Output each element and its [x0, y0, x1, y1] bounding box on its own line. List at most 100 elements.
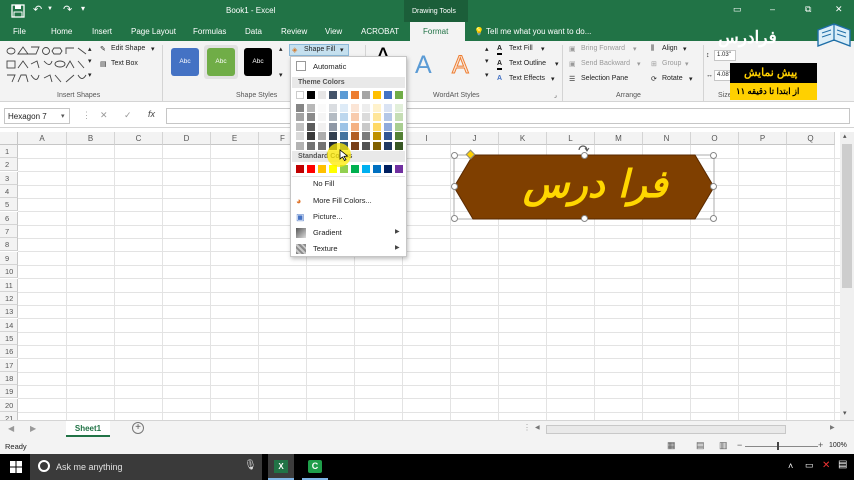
- wordart-style-orange[interactable]: A: [452, 51, 470, 80]
- insert-function-icon[interactable]: fx: [148, 109, 155, 119]
- tab-insert[interactable]: Insert: [92, 27, 112, 36]
- row-header-18[interactable]: 18: [0, 371, 18, 385]
- scroll-left-icon[interactable]: ◀: [535, 424, 540, 431]
- text-fill-button[interactable]: Text Fill: [509, 45, 533, 52]
- row-header-9[interactable]: 9: [0, 251, 18, 265]
- theme-color-swatch[interactable]: [362, 91, 370, 99]
- theme-color-swatch[interactable]: [395, 122, 403, 131]
- zoom-slider-thumb[interactable]: [777, 442, 779, 450]
- chevron-down-icon[interactable]: ▾: [683, 45, 687, 53]
- column-header-a[interactable]: A: [18, 132, 67, 145]
- theme-color-swatch[interactable]: [318, 103, 326, 112]
- theme-color-swatch[interactable]: [373, 141, 381, 150]
- chevron-down-icon[interactable]: ▾: [551, 75, 555, 83]
- theme-color-swatch[interactable]: [307, 141, 315, 150]
- minimize-button[interactable]: –: [770, 4, 775, 14]
- resize-handle[interactable]: [451, 152, 458, 159]
- tab-file[interactable]: File: [13, 27, 26, 36]
- theme-color-swatch[interactable]: [318, 122, 326, 131]
- theme-color-swatch[interactable]: [351, 141, 359, 150]
- theme-color-swatch[interactable]: [340, 103, 348, 112]
- column-header-k[interactable]: K: [499, 132, 547, 145]
- theme-color-swatch[interactable]: [395, 113, 403, 121]
- row-header-3[interactable]: 3: [0, 171, 18, 185]
- tab-formulas[interactable]: Formulas: [193, 27, 226, 36]
- gallery-scroll-icon[interactable]: ▴: [88, 45, 92, 53]
- row-header-20[interactable]: 20: [0, 398, 18, 412]
- theme-color-swatch[interactable]: [296, 141, 304, 150]
- standard-color-swatch[interactable]: [362, 165, 370, 173]
- text-outline-button[interactable]: Text Outline: [509, 60, 546, 67]
- gallery-more-icon[interactable]: ▾: [485, 71, 489, 79]
- theme-color-swatch[interactable]: [373, 132, 381, 140]
- theme-color-swatch[interactable]: [395, 103, 403, 112]
- tab-view[interactable]: View: [325, 27, 342, 36]
- shape-style-green[interactable]: Abc: [207, 48, 235, 76]
- resize-handle[interactable]: [710, 215, 717, 222]
- gallery-scroll-icon[interactable]: ▴: [279, 45, 283, 53]
- align-button[interactable]: Align: [662, 45, 678, 52]
- theme-color-swatch[interactable]: [340, 132, 348, 140]
- automatic-option[interactable]: Automatic: [313, 62, 346, 71]
- theme-color-swatch[interactable]: [373, 122, 381, 131]
- chevron-down-icon[interactable]: ▾: [61, 112, 65, 120]
- standard-color-swatch[interactable]: [296, 165, 304, 173]
- row-header-8[interactable]: 8: [0, 238, 18, 252]
- picture-option[interactable]: Picture...: [313, 212, 343, 221]
- theme-color-swatch[interactable]: [329, 103, 337, 112]
- theme-color-swatch[interactable]: [362, 132, 370, 140]
- theme-color-swatch[interactable]: [351, 132, 359, 140]
- page-break-view-icon[interactable]: ▥: [719, 440, 728, 451]
- send-backward-button[interactable]: Send Backward: [581, 60, 630, 67]
- theme-color-swatch[interactable]: [307, 91, 315, 99]
- theme-color-swatch[interactable]: [340, 122, 348, 131]
- restore-button[interactable]: ⧉: [805, 4, 811, 15]
- row-header-13[interactable]: 13: [0, 305, 18, 319]
- theme-color-swatch[interactable]: [384, 122, 392, 131]
- column-header-c[interactable]: C: [115, 132, 163, 145]
- row-header-4[interactable]: 4: [0, 185, 18, 199]
- row-header-7[interactable]: 7: [0, 225, 18, 239]
- save-icon[interactable]: [11, 4, 25, 18]
- ribbon-display-icon[interactable]: ▭: [733, 4, 742, 15]
- theme-color-swatch[interactable]: [362, 103, 370, 112]
- select-all-corner[interactable]: [0, 132, 18, 145]
- undo-icon[interactable]: ↶: [33, 3, 47, 17]
- shape-text[interactable]: فرا درس: [523, 162, 668, 206]
- gallery-more-icon[interactable]: ▾: [279, 71, 283, 79]
- chevron-down-icon[interactable]: ▾: [637, 60, 641, 68]
- zoom-out-icon[interactable]: −: [737, 440, 742, 450]
- gallery-scroll-icon[interactable]: ▾: [485, 57, 489, 65]
- chevron-down-icon[interactable]: ▾: [689, 75, 693, 83]
- scroll-up-icon[interactable]: ▴: [843, 132, 847, 140]
- standard-color-swatch[interactable]: [395, 165, 403, 173]
- customize-qat-icon[interactable]: ▾: [81, 4, 85, 13]
- group-button[interactable]: Group: [662, 60, 681, 67]
- theme-color-swatch[interactable]: [318, 91, 326, 99]
- theme-color-swatch[interactable]: [329, 122, 337, 131]
- formula-input[interactable]: [166, 108, 850, 124]
- dialog-launcher-icon[interactable]: ⌟: [554, 92, 557, 99]
- theme-color-swatch[interactable]: [395, 141, 403, 150]
- theme-color-swatch[interactable]: [351, 122, 359, 131]
- theme-color-swatch[interactable]: [351, 103, 359, 112]
- resize-handle[interactable]: [451, 215, 458, 222]
- tab-data[interactable]: Data: [245, 27, 262, 36]
- resize-handle-icon[interactable]: ⋮: [82, 110, 91, 121]
- column-header-m[interactable]: M: [595, 132, 643, 145]
- row-header-14[interactable]: 14: [0, 318, 18, 332]
- microphone-icon[interactable]: 🎙: [244, 460, 257, 471]
- texture-option[interactable]: Texture: [313, 244, 338, 253]
- scroll-down-icon[interactable]: ▾: [843, 409, 847, 417]
- enter-icon[interactable]: ✓: [124, 110, 132, 121]
- row-header-21[interactable]: 21: [0, 412, 18, 420]
- gradient-option[interactable]: Gradient: [313, 228, 342, 237]
- page-layout-view-icon[interactable]: ▤: [696, 440, 705, 451]
- theme-color-swatch[interactable]: [362, 141, 370, 150]
- theme-color-swatch[interactable]: [395, 91, 403, 99]
- theme-color-swatch[interactable]: [296, 103, 304, 112]
- tell-me-box[interactable]: Tell me what you want to do...: [486, 27, 591, 36]
- column-header-i[interactable]: I: [403, 132, 451, 145]
- chevron-down-icon[interactable]: ▾: [685, 60, 689, 68]
- theme-color-swatch[interactable]: [384, 113, 392, 121]
